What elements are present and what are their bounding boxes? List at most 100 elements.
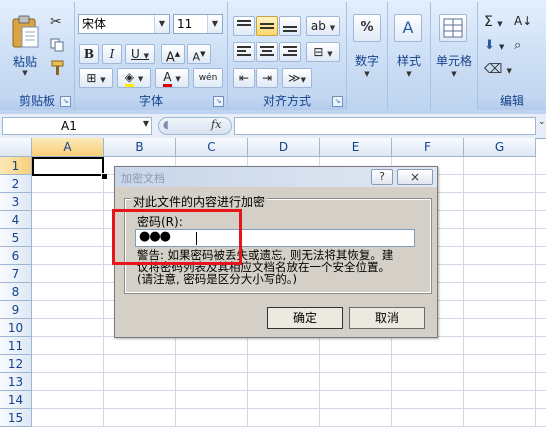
merge-button[interactable]: ⊟ ▼ bbox=[306, 42, 340, 62]
styles-dropdown-icon: ▼ bbox=[406, 70, 412, 78]
grow-font-button[interactable]: A▲ bbox=[161, 44, 185, 65]
fill-color-button[interactable]: ◈ ▼ bbox=[117, 68, 151, 88]
row-header-11[interactable]: 11 bbox=[0, 337, 32, 355]
row-header-6[interactable]: 6 bbox=[0, 247, 32, 265]
row-header-15[interactable]: 15 bbox=[0, 409, 32, 427]
paste-button[interactable]: 粘贴 ▼ bbox=[4, 4, 46, 82]
name-box[interactable]: A1 ▼ bbox=[2, 117, 152, 135]
row-header-5[interactable]: 5 bbox=[0, 229, 32, 247]
clear-icon[interactable]: ⌫ ▼ bbox=[484, 62, 512, 77]
align-top-icon bbox=[237, 20, 251, 26]
number-group[interactable]: % 数字 ▼ bbox=[347, 2, 388, 110]
row-header-13[interactable]: 13 bbox=[0, 373, 32, 391]
active-cell-a1[interactable] bbox=[32, 157, 104, 176]
align-left-button[interactable] bbox=[233, 42, 255, 62]
decrease-indent-icon: ⇤ bbox=[238, 71, 250, 85]
expand-formula-icon[interactable]: ⌄ bbox=[538, 117, 546, 127]
align-center-icon bbox=[260, 46, 274, 56]
fill-handle[interactable] bbox=[101, 173, 108, 180]
clipboard-group: 粘贴 ▼ ✂ 剪贴板 ↘ bbox=[0, 2, 75, 110]
cut-icon[interactable]: ✂ bbox=[50, 14, 62, 30]
format-painter-icon[interactable] bbox=[50, 60, 66, 76]
styles-group[interactable]: A 样式 ▼ bbox=[388, 2, 431, 110]
row-header-12[interactable]: 12 bbox=[0, 355, 32, 373]
row-header-10[interactable]: 10 bbox=[0, 319, 32, 337]
cells-group[interactable]: 单元格 ▼ bbox=[431, 2, 478, 110]
insert-function-icon[interactable]: fx bbox=[211, 118, 221, 131]
copy-icon[interactable] bbox=[50, 38, 64, 52]
dialog-titlebar[interactable]: 加密文档 ? × bbox=[115, 167, 437, 187]
paste-icon bbox=[12, 15, 39, 48]
name-box-dropdown-icon[interactable]: ▼ bbox=[143, 119, 149, 128]
fill-icon[interactable]: ⬇ ▼ bbox=[484, 38, 504, 53]
increase-indent-button[interactable]: ⇥ bbox=[256, 68, 278, 88]
row-header-9[interactable]: 9 bbox=[0, 301, 32, 319]
sort-filter-icon[interactable]: A↓ bbox=[514, 14, 532, 28]
align-top-button[interactable] bbox=[233, 16, 255, 36]
help-button[interactable]: ? bbox=[371, 169, 393, 185]
clipboard-launcher-icon[interactable]: ↘ bbox=[60, 96, 71, 107]
align-left-icon bbox=[237, 46, 251, 56]
row-header-3[interactable]: 3 bbox=[0, 193, 32, 211]
find-select-icon[interactable]: ⌕ bbox=[514, 38, 521, 53]
column-header-b[interactable]: B bbox=[104, 138, 176, 157]
close-button[interactable]: × bbox=[397, 169, 433, 185]
close-icon: × bbox=[409, 170, 421, 184]
align-middle-button[interactable] bbox=[256, 16, 278, 36]
font-size-select[interactable]: 11 ▼ bbox=[173, 14, 223, 34]
percent-icon: % bbox=[353, 14, 381, 42]
font-name-dropdown-icon[interactable]: ▼ bbox=[154, 15, 169, 33]
font-color-icon: A bbox=[163, 70, 172, 87]
select-all-corner[interactable] bbox=[0, 138, 32, 157]
align-bottom-button[interactable] bbox=[279, 16, 301, 36]
column-header-a[interactable]: A bbox=[32, 138, 104, 157]
font-color-button[interactable]: A ▼ bbox=[155, 68, 189, 88]
underline-button[interactable]: U ▼ bbox=[125, 44, 155, 64]
row-header-7[interactable]: 7 bbox=[0, 265, 32, 283]
cancel-button[interactable]: 取消 bbox=[349, 307, 425, 329]
borders-icon: ⊞ bbox=[86, 71, 97, 85]
orientation-button[interactable]: ab ▼ bbox=[306, 16, 340, 36]
italic-button[interactable]: I bbox=[102, 44, 122, 64]
autosum-icon[interactable]: Σ ▼ bbox=[484, 14, 503, 30]
editing-group: Σ ▼ A↓ ⬇ ▼ ⌕ ⌫ ▼ 编辑 bbox=[478, 2, 546, 110]
shrink-font-button[interactable]: A▼ bbox=[187, 44, 211, 64]
row-header-14[interactable]: 14 bbox=[0, 391, 32, 409]
alignment-launcher-icon[interactable]: ↘ bbox=[332, 96, 343, 107]
text-direction-button[interactable]: ≫▼ bbox=[282, 68, 312, 88]
row-gridline bbox=[32, 354, 546, 355]
fieldset-label: 对此文件的内容进行加密 bbox=[131, 193, 268, 210]
cells-icon bbox=[439, 14, 467, 42]
column-gridline bbox=[103, 157, 104, 426]
red-highlight-box bbox=[112, 209, 242, 265]
borders-button[interactable]: ⊞ ▼ bbox=[79, 68, 113, 88]
formula-input[interactable] bbox=[234, 117, 536, 135]
font-group-label: 字体 bbox=[75, 93, 227, 110]
row-gridline bbox=[32, 408, 546, 409]
phonetic-button[interactable]: wén bbox=[193, 68, 223, 88]
align-right-button[interactable] bbox=[279, 42, 301, 62]
column-header-e[interactable]: E bbox=[320, 138, 392, 157]
row-header-1[interactable]: 1 bbox=[0, 157, 32, 175]
font-launcher-icon[interactable]: ↘ bbox=[213, 96, 224, 107]
align-bottom-icon bbox=[283, 26, 297, 32]
font-name-value: 宋体 bbox=[82, 17, 107, 31]
font-size-dropdown-icon[interactable]: ▼ bbox=[207, 15, 222, 33]
decrease-indent-button[interactable]: ⇤ bbox=[233, 68, 255, 88]
font-name-select[interactable]: 宋体 ▼ bbox=[78, 14, 170, 34]
row-header-4[interactable]: 4 bbox=[0, 211, 32, 229]
bold-button[interactable]: B bbox=[79, 44, 99, 64]
column-header-g[interactable]: G bbox=[464, 138, 536, 157]
name-box-value: A1 bbox=[61, 119, 77, 133]
warning-line-3: (请注意, 密码是区分大小写的。) bbox=[137, 272, 298, 286]
cells-label: 单元格 bbox=[435, 54, 472, 68]
column-header-d[interactable]: D bbox=[248, 138, 320, 157]
row-header-2[interactable]: 2 bbox=[0, 175, 32, 193]
column-header-c[interactable]: C bbox=[176, 138, 248, 157]
align-right-icon bbox=[283, 46, 297, 56]
row-header-8[interactable]: 8 bbox=[0, 283, 32, 301]
ok-button[interactable]: 确定 bbox=[267, 307, 343, 329]
column-header-f[interactable]: F bbox=[392, 138, 464, 157]
align-center-button[interactable] bbox=[256, 42, 278, 62]
splitter-icon[interactable]: ◖ bbox=[163, 118, 169, 131]
